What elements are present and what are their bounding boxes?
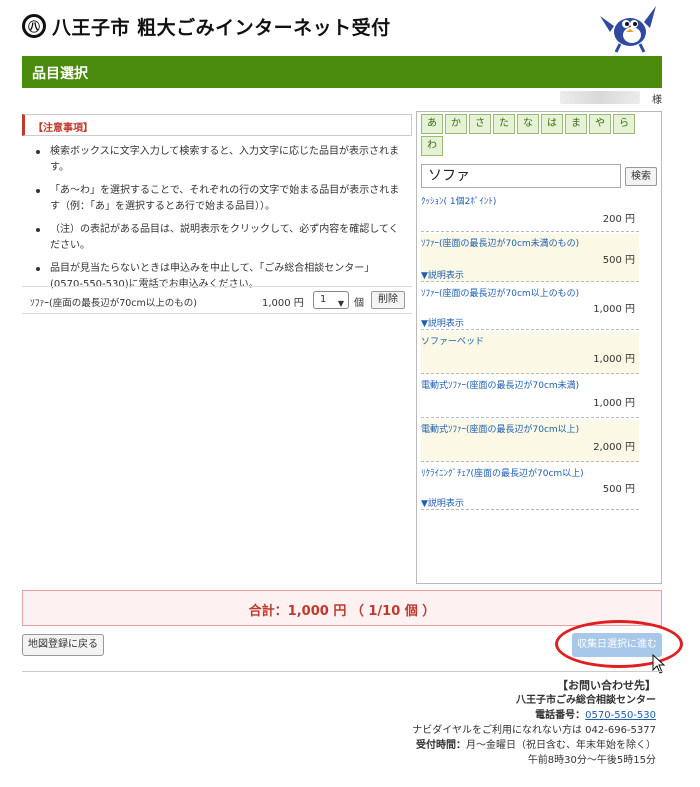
- total-text: 合計：1,000 円 （ 1/10 個 ）: [248, 604, 436, 619]
- hours-text: 月～金曜日（祝日含む、年末年始を除く）: [466, 740, 656, 751]
- kana-tab-wa[interactable]: わ: [421, 136, 443, 156]
- notice-heading: 【注意事項】: [33, 123, 93, 134]
- list-item[interactable]: 電動式ｿﾌｧｰ(座面の最長辺が70cm未満) 1,000 円: [421, 376, 639, 418]
- user-name-redacted: [560, 91, 640, 104]
- item-price: 500 円: [602, 484, 635, 495]
- site-header: ㊇ 八王子市 粗大ごみインターネット受付: [0, 0, 700, 56]
- item-name[interactable]: ソファーベッド: [421, 334, 484, 347]
- contact-alt: ナビダイヤルをご利用になれない方は 042-696-5377: [412, 725, 656, 736]
- kana-tab-ha[interactable]: は: [541, 114, 563, 134]
- item-price: 500 円: [602, 255, 635, 266]
- kana-tab-sa[interactable]: さ: [469, 114, 491, 134]
- search-button[interactable]: 検索: [625, 167, 657, 186]
- search-input[interactable]: ソファ: [421, 164, 621, 188]
- list-item[interactable]: ソファーベッド 1,000 円: [421, 332, 639, 374]
- notice-item: 検索ボックスに文字入力して検索すると、入力文字に応じた品目が表示されます。: [36, 144, 406, 176]
- tel-link[interactable]: 0570-550-530: [585, 710, 656, 721]
- list-item[interactable]: ｿﾌｧｰ(座面の最長辺が70cm未満のもの) 500 円 ▼説明表示: [421, 234, 639, 282]
- list-item[interactable]: ｿﾌｧｰ(座面の最長辺が70cm以上のもの) 1,000 円 ▼説明表示: [421, 284, 639, 330]
- item-price: 2,000 円: [593, 442, 635, 453]
- detail-toggle[interactable]: ▼説明表示: [421, 268, 464, 281]
- kana-tab-ra[interactable]: ら: [613, 114, 635, 134]
- mascot-bird-icon: [600, 6, 656, 53]
- hours-label: 受付時間：: [416, 740, 466, 751]
- item-name[interactable]: 電動式ｿﾌｧｰ(座面の最長辺が70cm以上): [421, 422, 579, 435]
- contact-center: 八王子市ごみ総合相談センター: [516, 695, 656, 706]
- list-item[interactable]: ﾘｸﾗｲﾆﾝｸﾞﾁｪｱ(座面の最長辺が70cm以上) 500 円 ▼説明表示: [421, 464, 639, 510]
- kana-tab-na[interactable]: な: [517, 114, 539, 134]
- notice-heading-box: 【注意事項】: [22, 114, 412, 136]
- kana-tab-ka[interactable]: か: [445, 114, 467, 134]
- kana-tab-ta[interactable]: た: [493, 114, 515, 134]
- contact-heading: 【お問い合わせ先】: [557, 679, 656, 692]
- item-price: 1,000 円: [593, 354, 635, 365]
- contact-block: 【お問い合わせ先】 八王子市ごみ総合相談センター 電話番号：0570-550-5…: [356, 678, 656, 768]
- detail-toggle[interactable]: ▼説明表示: [421, 496, 464, 509]
- selected-item-price: 1,000 円: [262, 298, 304, 309]
- chevron-down-icon: ▼: [337, 299, 344, 308]
- notice-item: （注）の表記がある品目は、説明表示をクリックして、必ず内容を確認してください。: [36, 222, 406, 254]
- kana-tab-ma[interactable]: ま: [565, 114, 587, 134]
- quantity-value: 1: [320, 294, 327, 305]
- item-price: 200 円: [602, 214, 635, 225]
- contact-hours-line: 受付時間：月～金曜日（祝日含む、年末年始を除く）: [356, 738, 656, 753]
- user-strip: 様: [22, 90, 662, 106]
- item-name[interactable]: ｸｯｼｮﾝ( 1個2ﾎﾟｲﾝﾄ): [421, 194, 496, 207]
- user-suffix: 様: [652, 95, 662, 106]
- notice-list: 検索ボックスに文字入力して検索すると、入力文字に応じた品目が表示されます。 「あ…: [36, 144, 406, 300]
- notice-item: 「あ～わ」を選択することで、それぞれの行の文字で始まる品目が表示されます（例：「…: [36, 183, 406, 215]
- site-title: 八王子市 粗大ごみインターネット受付: [52, 17, 391, 39]
- section-title-bar: 品目選択: [22, 56, 662, 88]
- divider: [22, 671, 662, 672]
- item-name[interactable]: ﾘｸﾗｲﾆﾝｸﾞﾁｪｱ(座面の最長辺が70cm以上): [421, 466, 584, 479]
- kana-tab-a[interactable]: あ: [421, 114, 443, 134]
- contact-hours2: 午前8時30分～午後5時15分: [527, 755, 656, 766]
- kana-tab-ya[interactable]: や: [589, 114, 611, 134]
- list-item[interactable]: 電動式ｿﾌｧｰ(座面の最長辺が70cm以上) 2,000 円: [421, 420, 639, 462]
- selected-item-name: ｿﾌｧｰ(座面の最長辺が70cm以上のもの): [30, 298, 197, 309]
- list-item[interactable]: ｸｯｼｮﾝ( 1個2ﾎﾟｲﾝﾄ) 200 円: [421, 192, 639, 232]
- item-price: 1,000 円: [593, 304, 635, 315]
- tel-label: 電話番号：: [535, 710, 586, 721]
- quantity-unit: 個: [354, 298, 364, 309]
- item-search-panel: あ か さ た な は ま や ら わ ソファ 検索 ｸｯｼｮﾝ( 1個2ﾎﾟｲ…: [416, 111, 662, 584]
- item-name[interactable]: ｿﾌｧｰ(座面の最長辺が70cm未満のもの): [421, 236, 579, 249]
- back-button[interactable]: 地図登録に戻る: [22, 634, 104, 656]
- contact-tel-line: 電話番号：0570-550-530: [356, 708, 656, 723]
- item-name[interactable]: 電動式ｿﾌｧｰ(座面の最長辺が70cm未満): [421, 378, 579, 391]
- detail-toggle[interactable]: ▼説明表示: [421, 316, 464, 329]
- delete-button[interactable]: 削除: [371, 291, 405, 309]
- city-emblem-icon: ㊇: [22, 14, 46, 38]
- section-title: 品目選択: [32, 66, 88, 82]
- item-price: 1,000 円: [593, 398, 635, 409]
- total-box: 合計：1,000 円 （ 1/10 個 ）: [22, 590, 662, 626]
- selected-item-row: ｿﾌｧｰ(座面の最長辺が70cm以上のもの) 1,000 円 1 ▼ 個 削除: [22, 286, 412, 314]
- item-name[interactable]: ｿﾌｧｰ(座面の最長辺が70cm以上のもの): [421, 286, 579, 299]
- quantity-select[interactable]: 1 ▼: [313, 291, 349, 309]
